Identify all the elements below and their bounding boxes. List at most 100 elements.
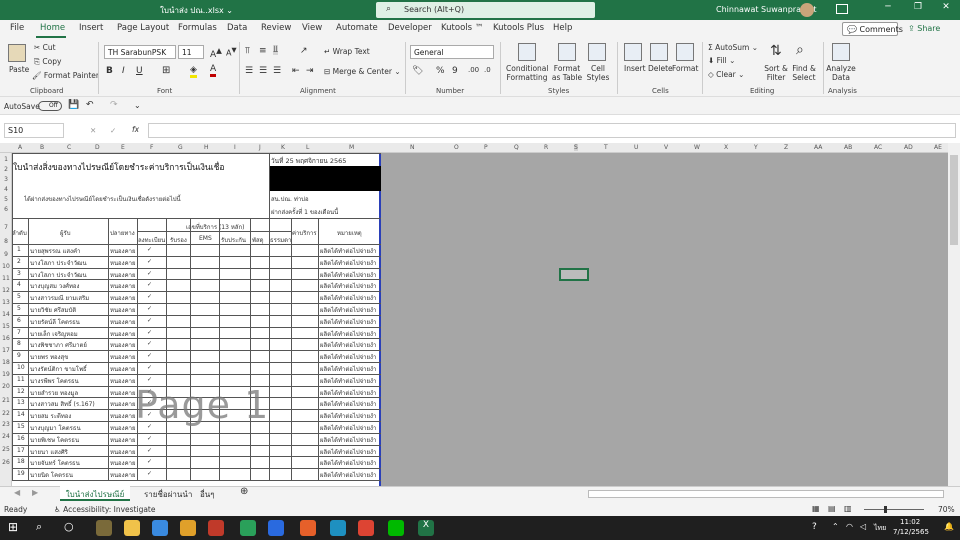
page-layout-view-icon[interactable]: ▤ (828, 504, 836, 513)
sheet-tab-active[interactable]: ใบนำส่งไปรษณีย์ (60, 486, 130, 501)
share-button[interactable]: ⇪ Share (904, 22, 954, 36)
column-header[interactable]: P (484, 144, 488, 151)
tray-chevron-icon[interactable]: ⌃ (832, 522, 839, 531)
fx-icon[interactable]: fx (132, 125, 139, 134)
tab-formulas[interactable]: Formulas (178, 23, 217, 33)
prev-sheet-icon[interactable]: ◀ (14, 488, 20, 497)
row-header[interactable]: 17 (1, 347, 11, 354)
column-header[interactable]: I (234, 144, 236, 151)
row-header[interactable]: 13 (1, 299, 11, 306)
row-header[interactable]: 15 (1, 323, 11, 330)
insert-cells-button[interactable]: Insert (624, 64, 646, 73)
page-break-view-icon[interactable]: ▥ (844, 504, 852, 513)
row-header[interactable]: 4 (1, 186, 11, 193)
maximize-icon[interactable]: ❐ (906, 2, 930, 18)
tab-file[interactable]: File (10, 23, 24, 33)
column-header[interactable]: R (544, 144, 548, 151)
column-header[interactable]: W (694, 144, 700, 151)
paste-button[interactable]: Paste (9, 65, 29, 74)
column-header[interactable]: C (67, 144, 71, 151)
tab-page-layout[interactable]: Page Layout (117, 23, 169, 33)
column-header[interactable]: U (634, 144, 638, 151)
column-header[interactable]: E (121, 144, 125, 151)
minimize-icon[interactable]: ─ (876, 2, 900, 18)
task-view-icon[interactable]: ○ (64, 520, 80, 536)
row-header[interactable]: 3 (1, 176, 11, 183)
file-name[interactable]: ใบนำส่ง ปณ..xlsx ⌄ (160, 4, 233, 17)
column-header[interactable]: AD (904, 144, 913, 151)
conditional-formatting-icon[interactable] (518, 43, 536, 61)
paste-icon[interactable] (8, 44, 26, 62)
column-header[interactable]: AC (874, 144, 882, 151)
column-header[interactable]: A (18, 144, 22, 151)
tab-help[interactable]: Help (553, 23, 572, 33)
normal-view-icon[interactable]: ▦ (812, 504, 820, 513)
column-header[interactable]: X (724, 144, 728, 151)
autosum-button[interactable]: Σ AutoSum ⌄ (708, 43, 758, 52)
tab-developer[interactable]: Developer (388, 23, 432, 33)
increase-indent-icon[interactable]: ⇥ (306, 66, 314, 76)
insert-cells-icon[interactable] (624, 43, 642, 61)
edge-icon[interactable] (330, 520, 346, 536)
formula-input[interactable] (148, 123, 956, 138)
accounting-icon[interactable]: 🏷 (412, 66, 423, 76)
format-cells-button[interactable]: Format (672, 64, 698, 73)
volume-icon[interactable]: ◁ (860, 522, 866, 531)
align-middle-icon[interactable]: ≡ (259, 46, 267, 56)
customize-qat-icon[interactable]: ⌄ (134, 101, 141, 110)
column-header[interactable]: O (454, 144, 459, 151)
horizontal-scrollbar[interactable] (588, 490, 944, 498)
column-header[interactable]: AE (934, 144, 942, 151)
align-center-icon[interactable]: ☰ (259, 66, 267, 76)
redo-icon[interactable]: ↷ (110, 100, 118, 110)
column-header[interactable]: B (40, 144, 44, 151)
decrease-indent-icon[interactable]: ⇤ (292, 66, 300, 76)
column-header[interactable]: G (178, 144, 183, 151)
taskbar-search-icon[interactable]: ⌕ (36, 520, 52, 536)
tab-view[interactable]: View (302, 23, 322, 33)
tab-kutools[interactable]: Kutools ™ (441, 23, 483, 33)
vertical-scroll-thumb[interactable] (950, 155, 958, 245)
widgets-icon[interactable] (96, 520, 112, 536)
row-header[interactable]: 18 (1, 359, 11, 366)
app-icon[interactable] (208, 520, 224, 536)
column-header[interactable]: AA (814, 144, 822, 151)
analyze-data-icon[interactable] (832, 43, 850, 61)
copy-button[interactable]: ⎘ Copy (34, 57, 61, 67)
wrap-text-button[interactable]: ↵ Wrap Text (324, 47, 370, 56)
font-name-select[interactable]: TH SarabunPSK (104, 45, 176, 59)
align-left-icon[interactable]: ☰ (245, 66, 253, 76)
font-size-select[interactable]: 11 (178, 45, 204, 59)
firefox-icon[interactable] (300, 520, 316, 536)
save-icon[interactable]: 💾 (68, 100, 79, 110)
row-header[interactable]: 24 (1, 433, 11, 440)
sort-filter-icon[interactable]: ⇅ (770, 43, 782, 59)
decrease-font-icon[interactable]: A▼ (226, 46, 237, 58)
tab-review[interactable]: Review (261, 23, 291, 33)
enter-icon[interactable]: ✓ (110, 126, 116, 135)
delete-cells-icon[interactable] (650, 43, 668, 61)
column-header[interactable]: H (204, 144, 209, 151)
accessibility-status[interactable]: ♿ Accessibility: Investigate (54, 505, 156, 514)
excel-taskbar-icon[interactable]: X (418, 520, 434, 536)
vertical-scrollbar[interactable] (948, 143, 960, 486)
row-header[interactable]: 1 (1, 156, 11, 163)
cancel-icon[interactable]: ✕ (90, 126, 96, 135)
row-header[interactable]: 14 (1, 311, 11, 318)
row-header[interactable]: 12 (1, 287, 11, 294)
selected-cell[interactable] (559, 268, 589, 281)
column-header[interactable]: S (574, 144, 578, 151)
tab-automate[interactable]: Automate (336, 23, 378, 33)
autosave-toggle[interactable]: Off (38, 101, 62, 111)
conditional-formatting-button[interactable]: Conditional Formatting (506, 64, 548, 82)
clock-date[interactable]: 7/12/2565 (893, 528, 929, 536)
underline-button[interactable]: U (136, 66, 143, 76)
cell-styles-button[interactable]: Cell Styles (584, 64, 612, 82)
app-icon[interactable] (268, 520, 284, 536)
column-header[interactable]: L (306, 144, 309, 151)
find-select-icon[interactable]: ⌕ (796, 42, 804, 58)
avatar[interactable] (800, 3, 814, 17)
tab-kutools-plus[interactable]: Kutools Plus (493, 23, 544, 33)
bold-button[interactable]: B (106, 66, 113, 76)
row-header[interactable]: 20 (1, 383, 11, 390)
